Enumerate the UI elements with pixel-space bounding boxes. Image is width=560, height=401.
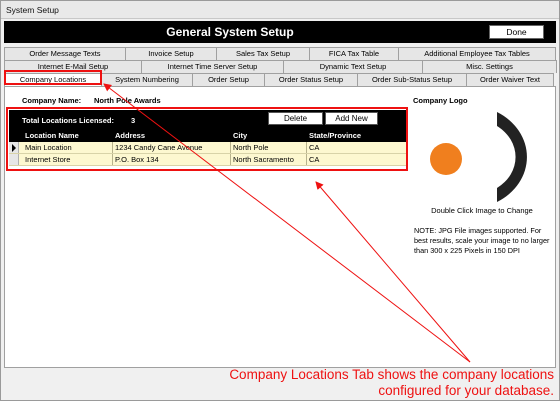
tab-sales-tax-setup[interactable]: Sales Tax Setup xyxy=(216,47,310,60)
company-name-label: Company Name: xyxy=(22,96,82,105)
callout-text: Company Locations Tab shows the company … xyxy=(154,367,554,399)
window-title: System Setup xyxy=(6,5,59,15)
tab-fica-tax-table[interactable]: FICA Tax Table xyxy=(309,47,399,60)
header-bar: General System Setup Done xyxy=(4,21,556,43)
callout-line-1: Company Locations Tab shows the company … xyxy=(229,367,554,382)
callout-line-2: configured for your database. xyxy=(378,383,554,398)
title-bar: System Setup xyxy=(1,1,559,19)
tab-dynamic-text-setup[interactable]: Dynamic Text Setup xyxy=(283,60,423,73)
tab-order-message-texts[interactable]: Order Message Texts xyxy=(4,47,126,60)
tab-order-setup[interactable]: Order Setup xyxy=(192,73,265,86)
logo-note: NOTE: JPG File images supported. For bes… xyxy=(414,226,550,255)
tab-misc-settings[interactable]: Misc. Settings xyxy=(422,60,557,73)
logo-orange-circle xyxy=(430,143,462,175)
page-title: General System Setup xyxy=(166,25,294,39)
tab-order-status-setup[interactable]: Order Status Setup xyxy=(264,73,358,86)
tab-additional-employee-tax-tables[interactable]: Additional Employee Tax Tables xyxy=(398,47,556,60)
company-logo-label: Company Logo xyxy=(413,96,468,105)
grid-highlight-box xyxy=(6,107,408,171)
tab-highlight-box xyxy=(4,70,102,85)
logo-graphic xyxy=(430,112,527,202)
tab-order-sub-status-setup[interactable]: Order Sub-Status Setup xyxy=(357,73,467,86)
logo-hint: Double Click Image to Change xyxy=(431,206,533,215)
tab-order-waiver-text[interactable]: Order Waiver Text xyxy=(466,73,554,86)
done-button[interactable]: Done xyxy=(489,25,544,39)
tab-row-1: Order Message Texts Invoice Setup Sales … xyxy=(4,47,556,60)
company-logo-image[interactable] xyxy=(413,108,550,202)
tab-invoice-setup[interactable]: Invoice Setup xyxy=(125,47,217,60)
logo-arc xyxy=(497,112,527,202)
tab-system-numbering[interactable]: System Numbering xyxy=(101,73,193,86)
company-name-value[interactable]: North Pole Awards xyxy=(94,96,161,105)
tab-internet-time-server-setup[interactable]: Internet Time Server Setup xyxy=(141,60,284,73)
